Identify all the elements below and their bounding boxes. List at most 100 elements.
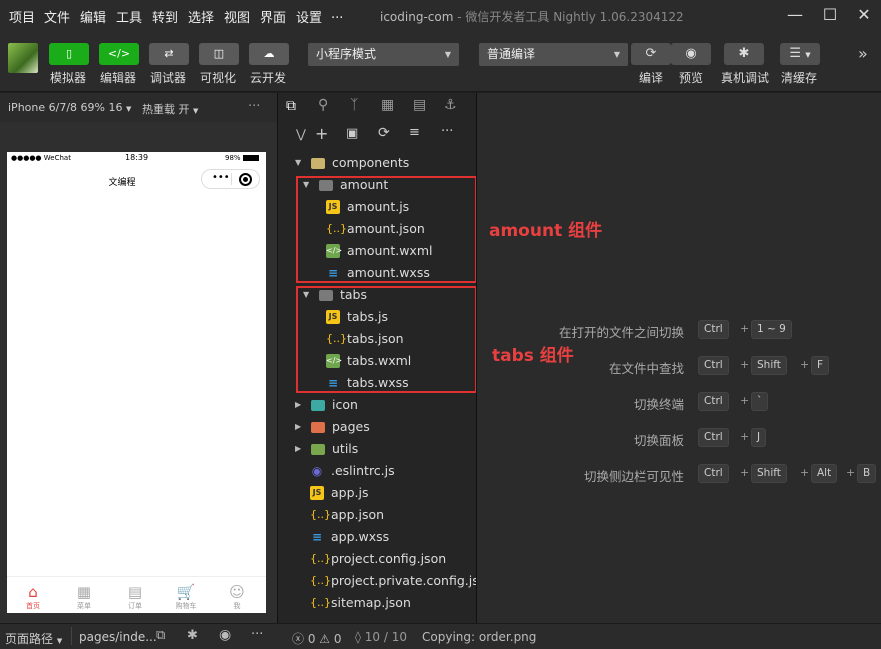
file-item[interactable]: ≡ app.wxss [278, 526, 476, 548]
file-item[interactable]: {..} app.json [278, 504, 476, 526]
more-icon[interactable]: ··· [248, 99, 260, 114]
new-folder-icon[interactable]: ▣ [346, 126, 358, 141]
hotreload-toggle[interactable]: 热重载 开 ▼ [142, 101, 198, 117]
tree-item-label: utils [332, 441, 359, 456]
tree-item-label: app.wxss [331, 529, 390, 544]
key-cap: F [811, 356, 830, 375]
eye-icon[interactable]: ◉ [219, 627, 231, 643]
battery-label: 98% [225, 154, 241, 162]
tab-order[interactable]: ▤ 订单 [115, 583, 155, 611]
explorer-panel: ⧉ ⚲ ᛉ ▦ ▤ ⚓ ⋁ + ▣ ⟳ ≡ ··· ▼ components ▼ am… [278, 93, 491, 623]
menu-bar: 项目 文件 编辑 工具 转到 选择 视图 界面 设置... icoding-com - 微信开发… [0, 0, 881, 30]
cloud-button[interactable]: ☁ [249, 43, 289, 65]
compile-select[interactable]: 普通编译 ▼ [479, 43, 628, 66]
file-item[interactable]: JS app.js [278, 482, 476, 504]
docker-icon[interactable]: ⚓ [444, 97, 457, 113]
more-icon[interactable]: ··· [441, 124, 453, 139]
toolbar-label: 预览 [679, 71, 704, 85]
eye-button[interactable]: ◉ [671, 43, 711, 65]
chevron-right-icon[interactable]: ▶ [295, 438, 301, 460]
chevron-down-icon[interactable]: ▼ [295, 152, 301, 174]
close-icon[interactable]: ✕ [853, 4, 875, 26]
menu-item[interactable]: 界面 [260, 7, 286, 26]
folder-item[interactable]: ▶ utils [278, 438, 476, 460]
more-icon[interactable]: ··· [251, 627, 263, 642]
menu-item[interactable]: 设置 [296, 7, 322, 26]
file-item[interactable]: {..} sitemap.json [278, 592, 476, 614]
key-cap: Ctrl [698, 464, 729, 483]
file-item[interactable]: {..} project.config.json [278, 548, 476, 570]
menu-item[interactable]: 项目 [9, 7, 35, 26]
shortcut-row: 切换面板 Ctrl + J [477, 428, 881, 448]
files-icon[interactable]: ⧉ [286, 98, 296, 114]
capsule-close-icon[interactable] [239, 173, 252, 186]
maximize-icon[interactable]: ☐ [819, 4, 841, 26]
folder-item[interactable]: ▼ components [278, 152, 476, 174]
tab-label: 购物车 [175, 602, 197, 610]
chevron-down-icon: ▼ [613, 50, 620, 59]
menu-item[interactable]: 工具 [116, 7, 142, 26]
folder-icon [311, 444, 325, 455]
device-select[interactable]: iPhone 6/7/8 69% 16 ▼ [8, 101, 131, 114]
bug-icon[interactable]: ✱ [187, 628, 198, 643]
phone-button[interactable]: ▯ [49, 43, 89, 65]
code-button[interactable]: </> [99, 43, 139, 65]
refresh-button[interactable]: ⟳ [631, 43, 671, 65]
sort-icon[interactable]: ≡ [409, 125, 420, 140]
tab-home[interactable]: ⌂ 首页 [13, 583, 53, 611]
status-time: 18:39 [125, 153, 149, 162]
capsule-menu[interactable]: ••• [201, 169, 260, 189]
folder-item[interactable]: ▶ icon [278, 394, 476, 416]
expand-icon[interactable]: » [858, 44, 868, 63]
refresh-icon[interactable]: ⟳ [378, 125, 390, 141]
shortcut-row: 切换终端 Ctrl + ` [477, 392, 881, 412]
mode-select[interactable]: 小程序模式 ▼ [308, 43, 459, 66]
git-icon[interactable]: ᛉ [350, 97, 358, 113]
toolbar-label: 调试器 [150, 71, 187, 85]
extensions-icon[interactable]: ▦ [381, 97, 394, 113]
debug-icon: ⇄ [164, 47, 174, 60]
amount-highlight-box [296, 176, 477, 283]
capsule-more-icon[interactable]: ••• [212, 172, 230, 183]
status-message: Copying: order.png [422, 630, 537, 644]
tree-item-label: app.js [331, 485, 369, 500]
problems-indicator[interactable]: ⓧ 0 ⚠ 0 [292, 630, 342, 647]
debug-button[interactable]: ⇄ [149, 43, 189, 65]
key-cap: Alt [811, 464, 838, 483]
visual-button[interactable]: ◫ [199, 43, 239, 65]
copy-icon[interactable]: ⧉ [156, 628, 165, 643]
wxss-file-icon: ≡ [311, 530, 323, 544]
menu-item[interactable]: 转到 [152, 7, 178, 26]
chevron-right-icon[interactable]: ▶ [295, 416, 301, 438]
bug-button[interactable]: ✱ [724, 43, 764, 65]
minimize-icon[interactable]: — [784, 4, 806, 26]
tab-grid[interactable]: ▦ 菜单 [64, 583, 104, 611]
page-path-label: 页面路径 [5, 632, 54, 646]
toolbar-label: 模拟器 [50, 71, 87, 85]
position-indicator: ◊ 10 / 10 [355, 630, 407, 644]
storage-icon[interactable]: ▤ [413, 97, 426, 113]
page-path-select[interactable]: 页面路径 ▼ [5, 630, 62, 647]
status-signal: ●●●●● WeChat [11, 154, 71, 162]
new-file-icon[interactable]: + [315, 124, 328, 143]
chevron-right-icon[interactable]: ▶ [295, 394, 301, 416]
folder-item[interactable]: ▶ pages [278, 416, 476, 438]
toolbar-label: 清缓存 [781, 71, 818, 85]
layers-button[interactable]: ☰ ▼ [780, 43, 820, 65]
key-cap: 1 ~ 9 [751, 320, 792, 339]
file-item[interactable]: ◉ .eslintrc.js [278, 460, 476, 482]
menu-item[interactable]: 编辑 [80, 7, 106, 26]
tab-cart[interactable]: 🛒 购物车 [166, 583, 206, 611]
tab-label: 订单 [128, 602, 142, 610]
menu-item[interactable]: 视图 [224, 7, 250, 26]
file-item[interactable]: {..} project.private.config.js... [278, 570, 491, 592]
menu-item[interactable]: 选择 [188, 7, 214, 26]
collapse-icon[interactable]: ⋁ [296, 127, 306, 141]
avatar[interactable] [8, 43, 38, 73]
page-path-value[interactable]: pages/inde... [79, 630, 157, 644]
tab-user[interactable]: ☺ 我 [217, 583, 257, 611]
toolbar-label: 编辑器 [100, 71, 137, 85]
search-icon[interactable]: ⚲ [318, 97, 328, 113]
menu-item[interactable]: 文件 [44, 7, 70, 26]
menu-item[interactable]: ... [331, 7, 343, 22]
